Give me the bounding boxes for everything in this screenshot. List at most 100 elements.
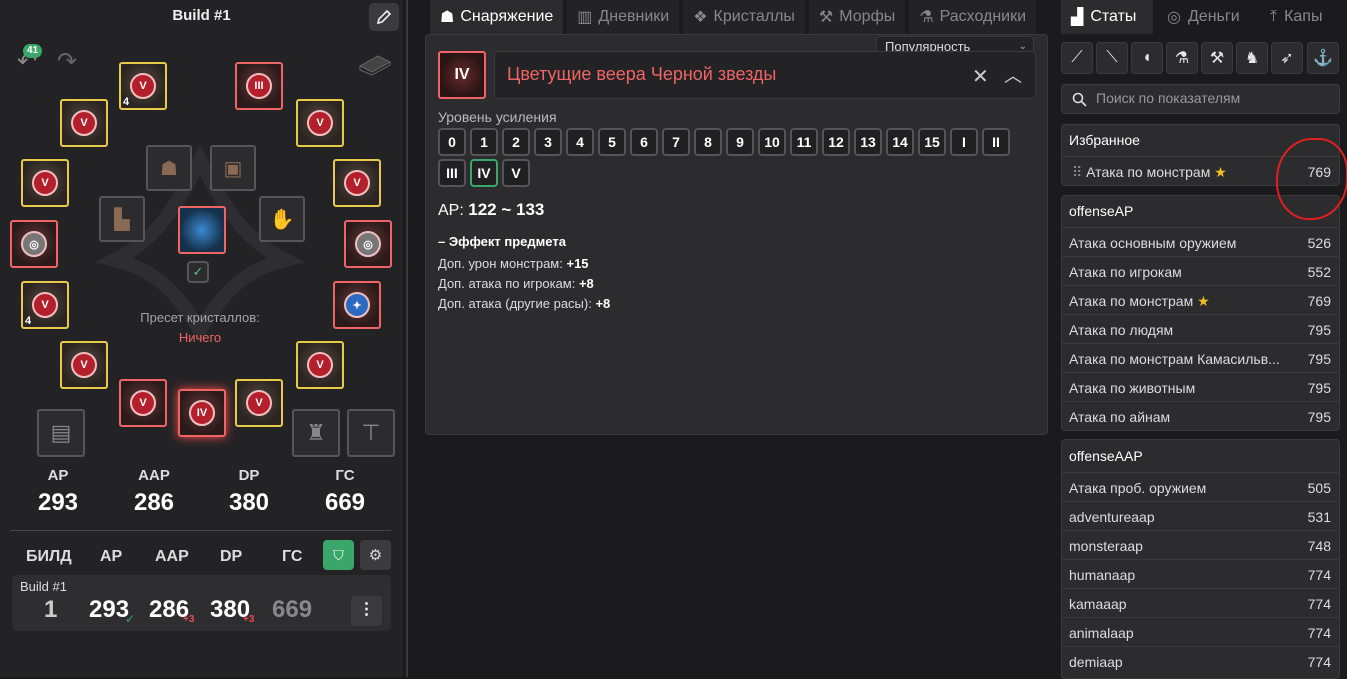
stat-row[interactable]: animalaap 774 <box>1062 617 1339 646</box>
selected-weapon-slot[interactable]: IV <box>178 389 226 437</box>
enhancement-level-button[interactable]: 4 <box>566 128 594 156</box>
artifact-slot[interactable]: ✦ <box>333 281 381 329</box>
shoes-placeholder-icon[interactable]: ▙ <box>99 196 145 242</box>
earring-slot-2[interactable]: V <box>296 99 344 147</box>
tab-label: Дневники <box>598 8 670 25</box>
dp-header: DP <box>220 548 243 565</box>
stat-row[interactable]: humanaap 774 <box>1062 559 1339 588</box>
tab-consumables[interactable]: ⚗ Расходники <box>909 0 1037 34</box>
stat-row[interactable]: kamaaap 774 <box>1062 588 1339 617</box>
tab-journals[interactable]: ▥ Дневники <box>567 0 680 34</box>
stats-search[interactable] <box>1061 84 1340 114</box>
card-icon[interactable]: ▤ <box>37 409 85 457</box>
panel-divider[interactable] <box>403 0 411 677</box>
undo-count-badge: 41 <box>23 44 42 58</box>
lifeskill-icon[interactable]: ♜ <box>292 409 340 457</box>
dagger-icon[interactable]: ⟍ <box>1096 42 1128 74</box>
stat-row[interactable]: demiaap 774 <box>1062 646 1339 675</box>
belt-slot-2[interactable]: ◎ <box>344 220 392 268</box>
earring-slot-1[interactable]: V <box>60 99 108 147</box>
pickaxe-icon[interactable]: ⊤ <box>347 409 395 457</box>
enhancement-level-button[interactable]: V <box>502 159 530 187</box>
alchemy-stone-slot[interactable]: V <box>296 341 344 389</box>
main-weapon-slot[interactable]: V <box>119 379 167 427</box>
stat-row[interactable]: Атака по людям 795 <box>1062 314 1339 343</box>
enhancement-level-button[interactable]: 6 <box>630 128 658 156</box>
stat-row[interactable]: monsteraap 748 <box>1062 530 1339 559</box>
build-row-ap: 293 <box>89 596 130 623</box>
enhancement-level-button[interactable]: 10 <box>758 128 786 156</box>
gloves-placeholder-icon[interactable]: ✋ <box>259 196 305 242</box>
stat-row[interactable]: Атака по монстрам ★ 769 <box>1062 285 1339 314</box>
shield-icon: ⛉ <box>333 546 344 563</box>
enhancement-level-button[interactable]: 0 <box>438 128 466 156</box>
stat-row[interactable]: adventureaap 531 <box>1062 501 1339 530</box>
fish-icon[interactable]: ◖ <box>1131 42 1163 74</box>
horse-icon[interactable]: ♞ <box>1236 42 1268 74</box>
star-icon: ★ <box>1193 293 1210 309</box>
edit-build-button[interactable] <box>369 3 399 31</box>
settings-button[interactable]: ⚙ <box>360 540 391 570</box>
stat-label: adventureaap <box>1069 509 1284 525</box>
search-input[interactable] <box>1096 90 1326 106</box>
tab-equipment[interactable]: ☗ Снаряжение <box>430 0 564 34</box>
enhancement-level-button[interactable]: 11 <box>790 128 818 156</box>
enhancement-level-button[interactable]: 7 <box>662 128 690 156</box>
shield-button[interactable]: ⛉ <box>323 540 354 570</box>
hammer-icon[interactable]: ⚒ <box>1201 42 1233 74</box>
enhancement-level-button[interactable]: 9 <box>726 128 754 156</box>
enhancement-level-button[interactable]: II <box>982 128 1010 156</box>
enhancement-level-button[interactable]: 3 <box>534 128 562 156</box>
tab-caps[interactable]: ⤒ Капы <box>1260 0 1347 34</box>
redo-button[interactable]: ↷ <box>52 46 82 76</box>
stat-row[interactable]: Атака по игрокам 552 <box>1062 256 1339 285</box>
stat-row[interactable]: Атака проб. оружием 505 <box>1062 472 1339 501</box>
gloves-slot[interactable]: V4 <box>21 281 69 329</box>
tab-morphs[interactable]: ⚒ Морфы <box>808 0 906 34</box>
stat-row[interactable]: Атака основным оружием 526 <box>1062 227 1339 256</box>
ring-slot-1[interactable]: III <box>235 62 283 110</box>
enhancement-level-button[interactable]: 1 <box>470 128 498 156</box>
tab-money[interactable]: ◎ Деньги <box>1157 0 1255 34</box>
enhancement-level-button[interactable]: I <box>950 128 978 156</box>
belt-slot[interactable]: ◎ <box>10 220 58 268</box>
flask-icon[interactable]: ⚗ <box>1166 42 1198 74</box>
build-row[interactable] <box>12 575 391 631</box>
close-icon[interactable]: ✕ <box>972 64 989 89</box>
stat-label: humanaap <box>1069 567 1284 583</box>
stat-row[interactable]: Атака по животным 795 <box>1062 372 1339 401</box>
preset-value[interactable]: Ничего <box>100 330 300 345</box>
stat-row[interactable]: Атака по монстрам Камасильв... 795 <box>1062 343 1339 372</box>
chevron-up-icon[interactable]: ︿ <box>1004 62 1022 88</box>
helmet-slot[interactable]: V4 <box>119 62 167 110</box>
awakening-slot[interactable]: V <box>235 379 283 427</box>
enhancement-level-button[interactable]: 14 <box>886 128 914 156</box>
ring-slot-2[interactable]: V <box>333 159 381 207</box>
tab-stats[interactable]: ▟ Статы <box>1061 0 1153 34</box>
enhancement-level-button[interactable]: 2 <box>502 128 530 156</box>
gear-icon: ⚙ <box>368 547 383 564</box>
enhancement-level-button[interactable]: 13 <box>854 128 882 156</box>
stat-row[interactable]: Атака по айнам 795 <box>1062 401 1339 430</box>
tab-crystals[interactable]: ❖ Кристаллы <box>683 0 805 34</box>
bird-icon[interactable]: ➶ <box>1271 42 1303 74</box>
helmet-placeholder-icon[interactable]: ☗ <box>146 145 192 191</box>
notebook-icon[interactable] <box>358 52 392 76</box>
enhancement-level-button[interactable]: IV <box>470 159 498 187</box>
sword-icon[interactable]: ⟋ <box>1061 42 1093 74</box>
necklace-slot[interactable]: V <box>21 159 69 207</box>
armor-placeholder-icon[interactable]: ▣ <box>210 145 256 191</box>
stat-value: 774 <box>1307 625 1331 641</box>
anchor-icon[interactable]: ⚓ <box>1307 42 1339 74</box>
check-icon[interactable]: ✓ <box>187 261 209 283</box>
enhancement-level-button[interactable]: 5 <box>598 128 626 156</box>
enhancement-level-button[interactable]: 15 <box>918 128 946 156</box>
item-enh: IV <box>454 66 470 83</box>
crystal-slot[interactable] <box>178 206 226 254</box>
stat-label-dp: DP <box>238 467 260 484</box>
enhancement-level-button[interactable]: 12 <box>822 128 850 156</box>
offhand-slot[interactable]: V <box>60 341 108 389</box>
more-options-button[interactable]: ⋮ <box>351 596 382 626</box>
enhancement-level-button[interactable]: 8 <box>694 128 722 156</box>
enhancement-level-button[interactable]: III <box>438 159 466 187</box>
